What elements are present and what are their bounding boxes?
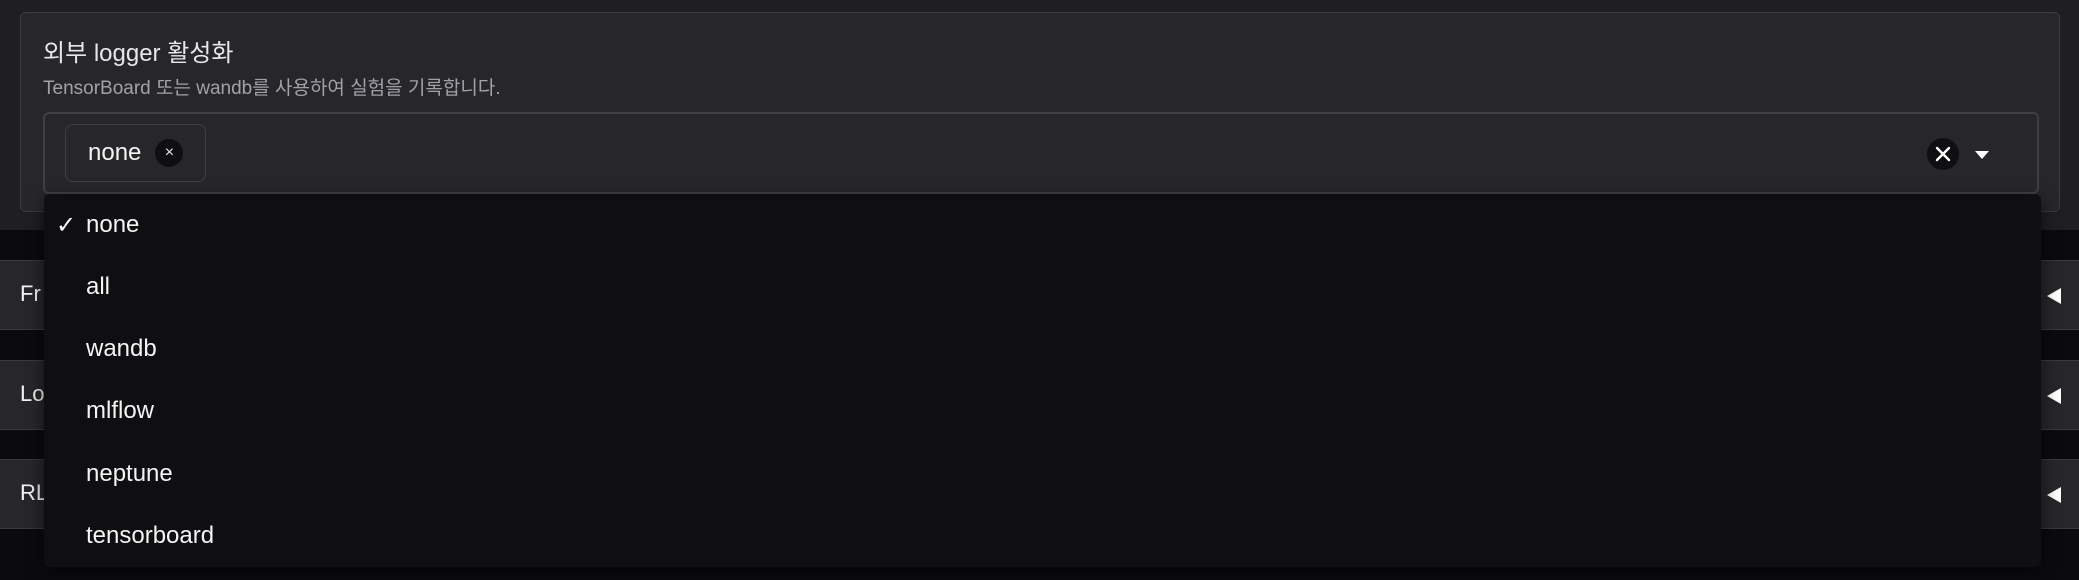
option-tensorboard[interactable]: tensorboard [44,505,2041,567]
selected-token: none × [65,124,207,182]
option-all[interactable]: all [44,256,2041,318]
selected-token-label: none [88,139,142,166]
option-label: mlflow [86,397,155,424]
option-none[interactable]: ✓ none [44,194,2041,256]
caret-down-icon [1975,151,1989,159]
logger-dropdown-list: ✓ none all wandb mlflow neptune tensorbo… [44,194,2041,567]
option-label: none [86,211,140,238]
token-remove-icon[interactable]: × [155,139,184,167]
option-label: neptune [86,460,173,487]
accordion-label: Lo [20,381,45,406]
option-mlflow[interactable]: mlflow [44,380,2041,442]
logger-title: 외부 logger 활성화 [43,40,234,67]
option-label: all [86,273,111,300]
checkmark-icon: ✓ [56,211,77,239]
dropdown-toggle[interactable] [1971,144,1993,166]
logger-description: TensorBoard 또는 wandb를 사용하여 실험을 기록합니다. [43,78,501,99]
option-wandb[interactable]: wandb [44,318,2041,380]
collapse-arrow-icon [2047,388,2061,404]
option-label: tensorboard [86,522,215,549]
collapse-arrow-icon [2047,487,2061,503]
logger-settings-block: 외부 logger 활성화 TensorBoard 또는 wandb를 사용하여… [20,12,2060,212]
option-label: wandb [86,335,157,362]
page: 외부 logger 활성화 TensorBoard 또는 wandb를 사용하여… [0,0,2079,580]
logger-multiselect[interactable]: none × [43,112,2039,194]
clear-all-button[interactable] [1927,138,1959,170]
close-icon [1935,146,1951,162]
accordion-label: Fr [20,281,41,306]
option-neptune[interactable]: neptune [44,443,2041,505]
collapse-arrow-icon [2047,288,2061,304]
